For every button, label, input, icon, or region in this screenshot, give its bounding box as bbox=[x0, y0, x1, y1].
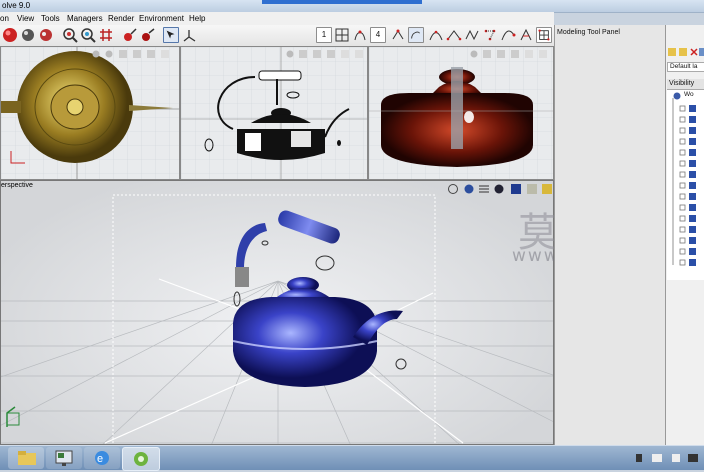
edit-curve-icon[interactable] bbox=[500, 27, 516, 43]
network-taskbar-button[interactable] bbox=[46, 447, 82, 469]
monitor-icon bbox=[55, 450, 73, 466]
zoom-in-icon[interactable] bbox=[62, 27, 78, 43]
taskbar: e bbox=[0, 445, 704, 471]
viewport-right-controls[interactable] bbox=[469, 49, 549, 61]
viewport-perspective[interactable]: erspective bbox=[0, 180, 554, 445]
layers-toolbar[interactable] bbox=[668, 47, 704, 57]
layer-tree[interactable]: Wo bbox=[667, 90, 704, 280]
app-icon bbox=[134, 452, 148, 466]
window-accent bbox=[262, 0, 422, 4]
select-tool-icon[interactable] bbox=[163, 27, 179, 43]
color-pick-icon[interactable] bbox=[140, 27, 156, 43]
four-view-grid-icon[interactable] bbox=[334, 27, 350, 43]
pick-icon[interactable] bbox=[122, 27, 138, 43]
perspective-scene bbox=[1, 194, 553, 444]
bezier-icon[interactable] bbox=[428, 27, 444, 43]
system-tray[interactable] bbox=[634, 451, 704, 465]
menu-help[interactable]: Help bbox=[189, 12, 205, 25]
control-point-icon[interactable] bbox=[390, 27, 406, 43]
menu-environment[interactable]: Environment bbox=[139, 12, 184, 25]
menu-view[interactable]: View bbox=[17, 12, 34, 25]
menu-file[interactable]: on bbox=[0, 12, 9, 25]
modeling-tool-panel: Modeling Tool Panel bbox=[554, 25, 666, 445]
menu-bar: on View Tools Managers Render Environmen… bbox=[0, 12, 554, 26]
viewport-top-scene bbox=[1, 47, 179, 179]
menu-managers[interactable]: Managers bbox=[67, 12, 103, 25]
material-icon[interactable] bbox=[20, 27, 36, 43]
layers-panel: Default la Visibility Wo bbox=[665, 25, 704, 445]
internet-explorer-icon: e bbox=[95, 451, 109, 465]
viewport-right-scene bbox=[369, 47, 553, 179]
viewport-front-scene bbox=[181, 47, 367, 179]
viewport-front[interactable] bbox=[180, 46, 368, 180]
visibility-label: Visibility bbox=[669, 80, 695, 87]
mesh-grid-icon[interactable] bbox=[536, 27, 552, 43]
perspective-controls[interactable] bbox=[447, 183, 553, 197]
folder-icon bbox=[18, 451, 36, 465]
viewport-front-controls[interactable] bbox=[285, 49, 365, 61]
default-layer-label: Default la bbox=[670, 63, 698, 70]
ie-taskbar-button[interactable]: e bbox=[84, 447, 120, 469]
window-title: olve 9.0 bbox=[2, 1, 31, 10]
menu-tools[interactable]: Tools bbox=[41, 12, 60, 25]
main-toolbar: 1 4 bbox=[0, 25, 554, 47]
default-layer-field[interactable]: Default la bbox=[667, 62, 704, 72]
menu-render[interactable]: Render bbox=[108, 12, 134, 25]
quad-view-button[interactable]: 4 bbox=[370, 27, 386, 43]
axis-icon[interactable] bbox=[181, 27, 197, 43]
app-taskbar-button[interactable] bbox=[122, 447, 160, 471]
render-sphere-icon[interactable] bbox=[2, 27, 18, 43]
world-node-label: Wo bbox=[684, 91, 694, 98]
arc-tool-icon[interactable] bbox=[408, 27, 424, 43]
shade-icon[interactable] bbox=[38, 27, 54, 43]
viewport-right[interactable] bbox=[368, 46, 554, 180]
trim-icon[interactable] bbox=[518, 27, 534, 43]
polyline-icon[interactable] bbox=[464, 27, 480, 43]
viewport-top[interactable] bbox=[0, 46, 180, 180]
explorer-taskbar-button[interactable] bbox=[8, 447, 44, 469]
visibility-header[interactable]: Visibility bbox=[667, 79, 704, 90]
svg-text:e: e bbox=[97, 453, 103, 465]
grid-snap-icon[interactable] bbox=[98, 27, 114, 43]
single-view-button[interactable]: 1 bbox=[316, 27, 332, 43]
points-icon[interactable] bbox=[482, 27, 498, 43]
curve-icon[interactable] bbox=[352, 27, 368, 43]
viewport-top-controls[interactable] bbox=[91, 49, 179, 61]
spline-icon[interactable] bbox=[446, 27, 462, 43]
panel-title: Modeling Tool Panel bbox=[557, 29, 620, 36]
zoom-out-icon[interactable] bbox=[80, 27, 96, 43]
